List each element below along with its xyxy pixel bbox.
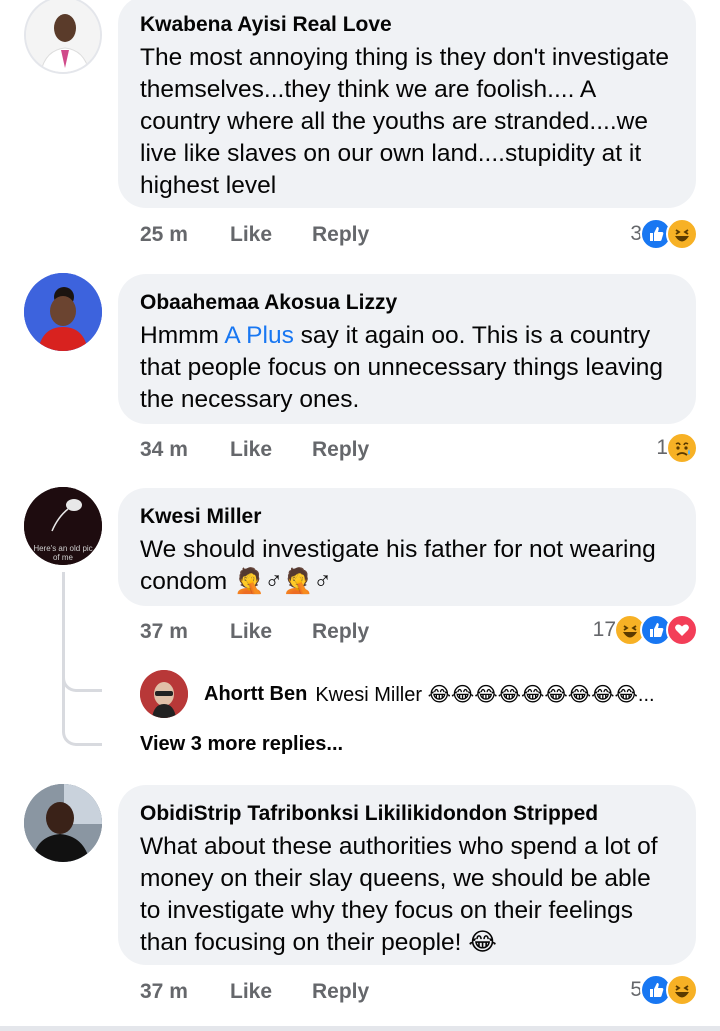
- reaction-summary[interactable]: 17: [593, 613, 698, 647]
- comment-timestamp[interactable]: 37 m: [140, 980, 230, 1004]
- haha-reaction-icon: [666, 218, 698, 250]
- like-button[interactable]: Like: [230, 980, 312, 1004]
- comment-author[interactable]: ObidiStrip Tafribonksi Likilikidondon St…: [140, 801, 674, 827]
- reply-button[interactable]: Reply: [312, 223, 382, 247]
- reaction-summary[interactable]: 3: [630, 217, 698, 251]
- comment-actions: 37 m Like Reply: [140, 977, 382, 1007]
- comment-bubble: Kwabena Ayisi Real Love The most annoyin…: [118, 0, 696, 208]
- reply-button[interactable]: Reply: [312, 438, 382, 462]
- avatar-ahortt-ben[interactable]: [140, 670, 188, 718]
- avatar-kwabena[interactable]: [24, 0, 102, 74]
- comment-author[interactable]: Kwesi Miller: [140, 504, 674, 530]
- like-button[interactable]: Like: [230, 438, 312, 462]
- comment-bubble: ObidiStrip Tafribonksi Likilikidondon St…: [118, 785, 696, 965]
- comment-actions: 34 m Like Reply: [140, 435, 382, 465]
- haha-reaction-icon: [666, 974, 698, 1006]
- reaction-summary[interactable]: 1: [656, 431, 698, 465]
- reply-text: Kwesi Miller 😂😂😂😂😂😂😂😂😂...: [315, 683, 655, 706]
- comment-text: We should investigate his father for not…: [140, 536, 656, 595]
- avatar-kwesi-miller[interactable]: Here's an old pic of me: [24, 487, 102, 565]
- comment-text: The most annoying thing is they don't in…: [140, 44, 670, 199]
- comment-author[interactable]: Kwabena Ayisi Real Love: [140, 12, 674, 38]
- love-reaction-icon: [666, 614, 698, 646]
- comment-bubble: Kwesi Miller We should investigate his f…: [118, 488, 696, 606]
- avatar-caption: Here's an old pic of me: [33, 544, 93, 562]
- reply-button[interactable]: Reply: [312, 620, 382, 644]
- comment-text: What about these authorities who spend a…: [140, 833, 658, 956]
- view-more-replies-link[interactable]: View 3 more replies...: [140, 733, 343, 756]
- thread-connector: [62, 662, 102, 692]
- avatar-photo-icon: [140, 670, 188, 718]
- like-button[interactable]: Like: [230, 620, 312, 644]
- avatar-photo-icon: [24, 784, 102, 862]
- avatar-obaahemaa[interactable]: [24, 273, 102, 351]
- reply-preview[interactable]: Ahortt Ben Kwesi Miller 😂😂😂😂😂😂😂😂😂...: [140, 668, 655, 720]
- comment-actions: 25 m Like Reply: [140, 220, 382, 250]
- reaction-count: 17: [592, 618, 616, 641]
- like-button[interactable]: Like: [230, 223, 312, 247]
- comment-text: Hmmm A Plus say it again oo. This is a c…: [140, 320, 674, 416]
- reaction-summary[interactable]: 5: [630, 973, 698, 1007]
- comments-panel: Kwabena Ayisi Real Love The most annoyin…: [0, 0, 720, 1031]
- avatar-photo-icon: [26, 0, 100, 72]
- comment-actions: 37 m Like Reply: [140, 617, 382, 647]
- comment-text-part: Hmmm: [140, 322, 225, 349]
- avatar-obidistrip[interactable]: [24, 784, 102, 862]
- mention-link[interactable]: A Plus: [224, 322, 293, 349]
- reply-author[interactable]: Ahortt Ben: [204, 683, 307, 706]
- bottom-divider: [0, 1026, 720, 1031]
- reply-button[interactable]: Reply: [312, 980, 382, 1004]
- comment-bubble: Obaahemaa Akosua Lizzy Hmmm A Plus say i…: [118, 274, 696, 424]
- avatar-photo-icon: [24, 273, 102, 351]
- comment-timestamp[interactable]: 37 m: [140, 620, 230, 644]
- thread-connector: [62, 690, 102, 746]
- comment-author[interactable]: Obaahemaa Akosua Lizzy: [140, 290, 674, 316]
- comment-timestamp[interactable]: 34 m: [140, 438, 230, 462]
- sad-reaction-icon: [666, 432, 698, 464]
- comment-timestamp[interactable]: 25 m: [140, 223, 230, 247]
